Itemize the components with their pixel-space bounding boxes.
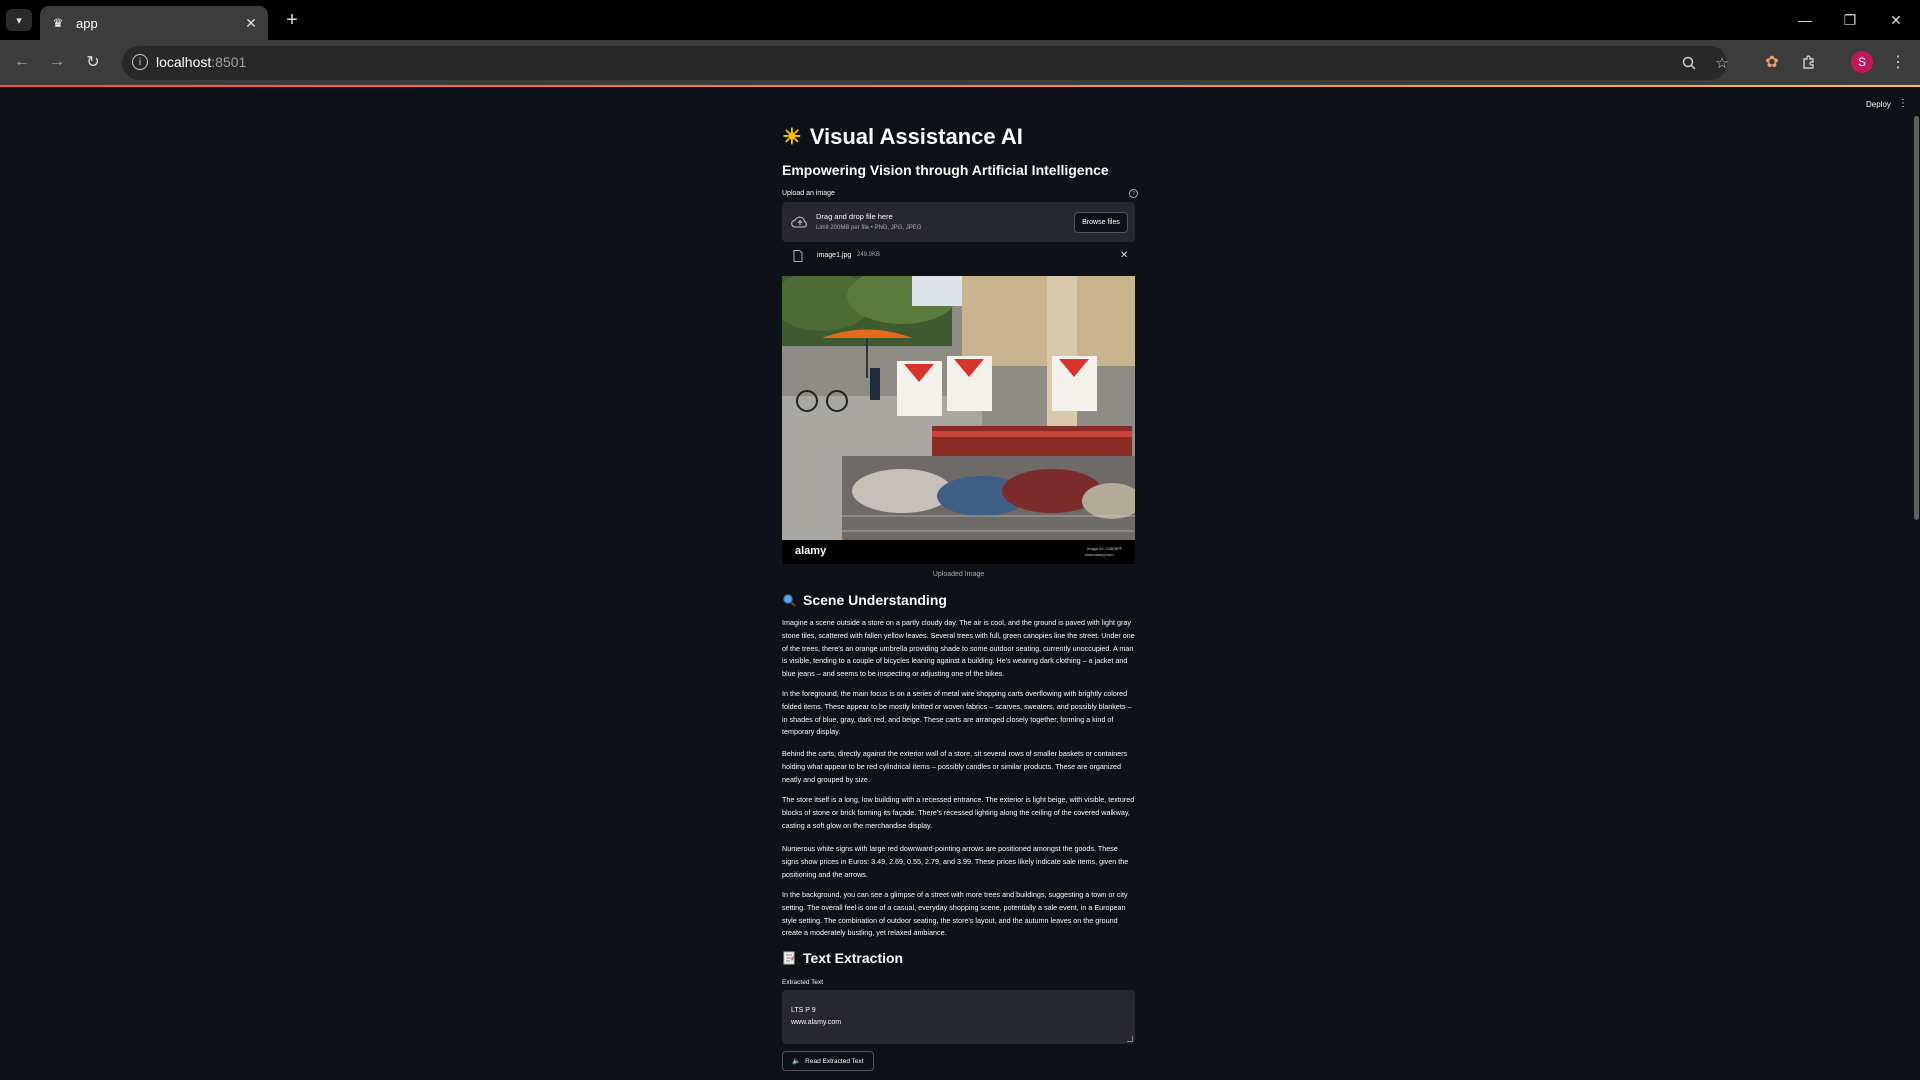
extracted-line: www.alamy.com (791, 1019, 842, 1026)
forward-icon[interactable]: → (43, 48, 71, 76)
read-extracted-text-button[interactable]: 🔈 Read Extracted Text (782, 1051, 874, 1071)
tab-title: app (76, 15, 98, 31)
sun-icon: ☀ (782, 124, 802, 149)
image-id: Image ID: 2J8D6PF (1087, 546, 1123, 551)
read-button-label: Read Extracted Text (805, 1057, 864, 1065)
reload-icon[interactable]: ↻ (79, 48, 107, 76)
tab-search-dropdown-icon[interactable]: ▾ (6, 9, 32, 31)
page-title-text: Visual Assistance AI (809, 124, 1023, 149)
scene-heading-text: Scene Understanding (803, 592, 947, 608)
browser-tab[interactable]: ♛ app ✕ (40, 6, 268, 40)
scene-paragraph: Imagine a scene outside a store on a par… (782, 618, 1135, 679)
browser-tab-bar: ▾ ♛ app ✕ + — ❐ ✕ (0, 0, 1920, 40)
extracted-line: LTS P 9 (791, 1007, 816, 1014)
browser-menu-icon[interactable]: ⋮ (1885, 49, 1911, 75)
close-window-icon[interactable]: ✕ (1876, 6, 1916, 34)
cloud-upload-icon (791, 216, 808, 228)
image-watermark: alamy (795, 545, 827, 557)
profile-avatar[interactable]: S (1851, 51, 1873, 73)
speaker-icon: 🔈 (792, 1058, 802, 1065)
scene-heading: Scene Understanding (782, 592, 947, 608)
back-icon[interactable]: ← (8, 48, 36, 76)
image-url: www.alamy.com (1085, 552, 1114, 557)
minimize-icon[interactable]: — (1785, 6, 1825, 34)
extensions-puzzle-icon[interactable] (1796, 49, 1822, 75)
url-text[interactable]: localhost:8501 (156, 54, 246, 70)
uploaded-file-row: image1.jpg 249.0KB ✕ (782, 246, 1135, 266)
site-info-icon[interactable]: i (132, 54, 148, 70)
zoom-icon[interactable] (1678, 52, 1700, 74)
file-dropzone[interactable]: Drag and drop file here Limit 200MB per … (782, 202, 1135, 242)
tab-close-icon[interactable]: ✕ (242, 14, 260, 32)
extraction-heading: Text Extraction (782, 950, 903, 966)
new-tab-icon[interactable]: + (280, 8, 304, 32)
file-icon (793, 250, 803, 262)
scene-paragraph: The store itself is a long, low building… (782, 795, 1135, 830)
extraction-heading-text: Text Extraction (803, 950, 904, 966)
browse-files-button[interactable]: Browse files (1074, 212, 1128, 233)
streamlit-favicon-icon: ♛ (52, 16, 64, 30)
scene-paragraph: Numerous white signs with large red down… (782, 844, 1129, 879)
scene-paragraph: In the background, you can see a glimpse… (782, 890, 1128, 938)
scene-paragraph: Behind the carts, directly against the e… (782, 749, 1128, 784)
address-bar[interactable]: i localhost:8501 ☆ (122, 46, 1729, 80)
file-size: 249.0KB (857, 252, 881, 258)
image-caption: Uploaded Image (932, 571, 985, 578)
remove-file-icon[interactable]: ✕ (1120, 250, 1128, 261)
file-name: image1.jpg (817, 252, 852, 259)
textarea-resize-handle[interactable] (1127, 1036, 1133, 1042)
dropzone-title: Drag and drop file here (816, 212, 893, 221)
app-header-decoration (0, 85, 1920, 87)
page-scrollbar[interactable] (1914, 116, 1919, 520)
help-icon[interactable]: ? (1129, 189, 1138, 198)
deploy-button[interactable]: Deploy (1866, 100, 1891, 109)
extracted-text-label: Extracted Text (782, 979, 824, 986)
app-menu-icon[interactable]: ⋮ (1898, 98, 1908, 109)
uploaded-image (782, 276, 1135, 564)
page-subtitle: Empowering Vision through Artificial Int… (782, 162, 1109, 178)
magnifier-icon (782, 593, 796, 607)
memo-icon (782, 951, 796, 965)
bookmark-star-icon[interactable]: ☆ (1711, 52, 1733, 74)
extracted-text-area[interactable]: LTS P 9 www.alamy.com (782, 990, 1135, 1044)
cookie-extension-icon[interactable]: ✿ (1759, 49, 1785, 75)
restore-icon[interactable]: ❐ (1830, 6, 1870, 34)
dropzone-limit: Limit 200MB per file • PNG, JPG, JPEG (816, 225, 922, 231)
upload-label: Upload an image (782, 190, 835, 197)
scene-paragraph: In the foreground, the main focus is on … (782, 689, 1132, 737)
browser-toolbar: ← → ↻ i localhost:8501 ☆ ✿ S ⋮ (0, 40, 1920, 85)
page-title: ☀ Visual Assistance AI (782, 124, 1023, 150)
